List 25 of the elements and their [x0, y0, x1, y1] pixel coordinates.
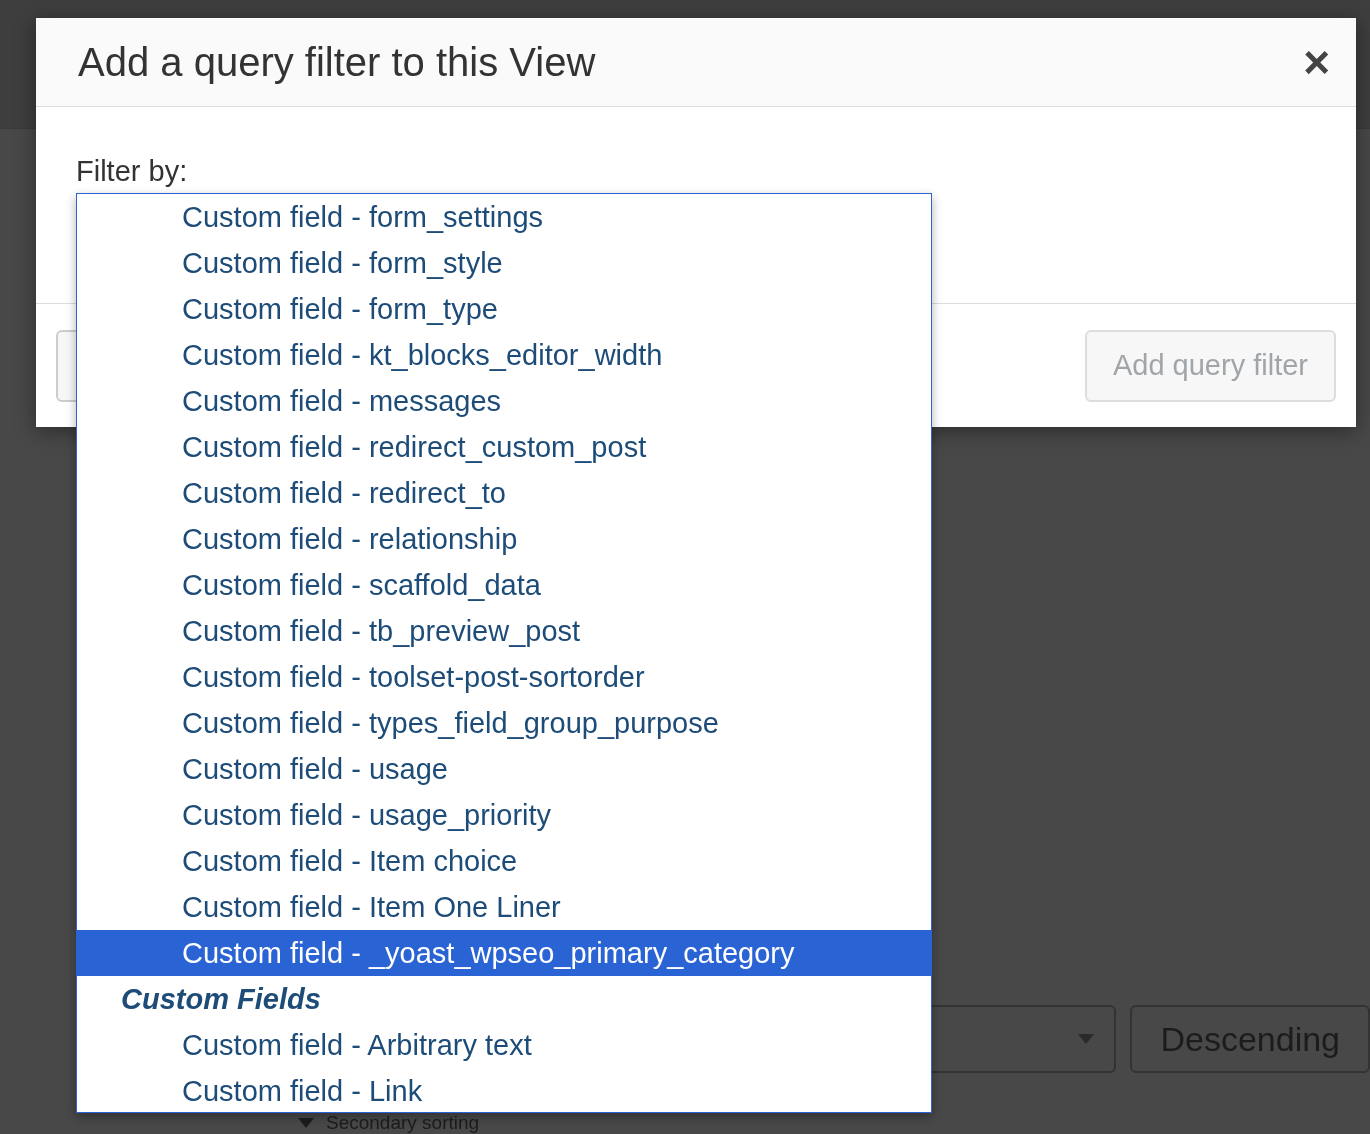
dropdown-option[interactable]: Custom field - Link: [77, 1068, 931, 1112]
dropdown-option[interactable]: Custom field - relationship: [77, 516, 931, 562]
dropdown-option[interactable]: Custom field - _yoast_wpseo_primary_category: [77, 930, 931, 976]
dropdown-option[interactable]: Custom field - Item One Liner: [77, 884, 931, 930]
dropdown-option[interactable]: Custom field - Item choice: [77, 838, 931, 884]
dropdown-option[interactable]: Custom field - redirect_custom_post: [77, 424, 931, 470]
dropdown-option[interactable]: Custom field - kt_blocks_editor_width: [77, 332, 931, 378]
triangle-icon: [298, 1118, 314, 1128]
dropdown-option[interactable]: Custom field - form_type: [77, 286, 931, 332]
dropdown-option[interactable]: Custom field - redirect_to: [77, 470, 931, 516]
option-group-label: Custom Fields: [120, 981, 322, 1017]
dropdown-option[interactable]: Custom field - usage: [77, 746, 931, 792]
dropdown-option[interactable]: Custom field - form_style: [77, 240, 931, 286]
dropdown-option[interactable]: Custom field - usage_priority: [77, 792, 931, 838]
dropdown-option[interactable]: Custom field - Arbitrary text: [77, 1022, 931, 1068]
dropdown-option[interactable]: Custom field - messages: [77, 378, 931, 424]
dropdown-option[interactable]: Custom field - types_field_group_purpose: [77, 700, 931, 746]
filter-label: Filter by:: [76, 155, 188, 187]
dropdown-option[interactable]: Custom field - scaffold_data: [77, 562, 931, 608]
dialog-title: Add a query filter to this View: [78, 39, 596, 85]
caret-icon: [1078, 1034, 1095, 1044]
close-button[interactable]: ×: [1303, 39, 1330, 85]
dropdown-option[interactable]: Custom field - toolset-post-sortorder: [77, 654, 931, 700]
dropdown-option[interactable]: Custom field - tb_preview_post: [77, 608, 931, 654]
dropdown-option[interactable]: Custom field - form_settings: [77, 194, 931, 240]
